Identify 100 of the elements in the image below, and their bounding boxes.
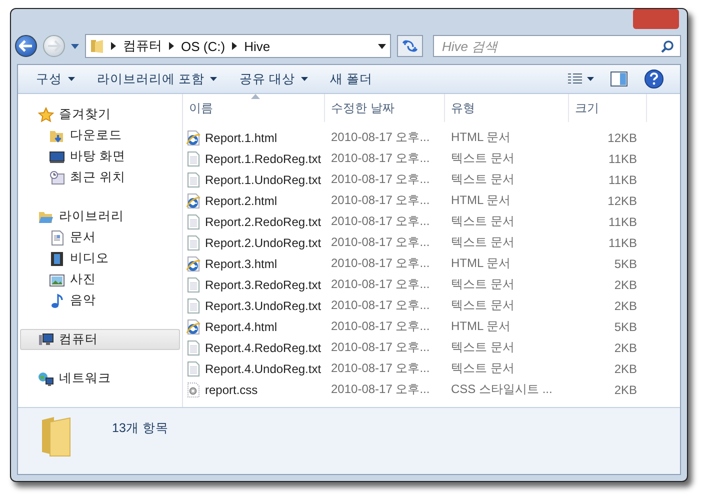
nav-item[interactable]: 즐겨찾기 bbox=[20, 104, 180, 125]
size-cell-text: 11KB bbox=[608, 214, 637, 228]
type-cell-text: HTML 문서 bbox=[450, 255, 512, 272]
network-icon bbox=[38, 370, 54, 386]
desktop-icon bbox=[49, 148, 65, 164]
file-name[interactable]: Report.4.RedoReg.txt bbox=[183, 340, 325, 356]
file-name[interactable]: Report.2.html bbox=[183, 192, 325, 208]
file-name[interactable]: Report.1.html bbox=[183, 130, 325, 146]
file-name[interactable]: Report.1.RedoReg.txt bbox=[183, 150, 325, 166]
picture-icon bbox=[49, 272, 65, 288]
sort-arrow-icon bbox=[251, 94, 260, 99]
caret-icon bbox=[71, 44, 79, 48]
breadcrumb-arrow-icon[interactable] bbox=[169, 42, 174, 50]
recent-places-icon bbox=[49, 170, 65, 186]
file-name[interactable]: Report.2.UndoReg.txt bbox=[183, 234, 325, 250]
size-cell-text: 5KB bbox=[613, 256, 637, 270]
date-cell-text: 2010-08-17 오후... bbox=[330, 297, 431, 314]
details-view-icon bbox=[567, 73, 583, 85]
breadcrumb-arrow-icon[interactable] bbox=[111, 42, 116, 50]
date-cell-text: 2010-08-17 오후... bbox=[330, 192, 431, 209]
address-bar[interactable]: 컴퓨터 OS (C:) Hive bbox=[85, 34, 391, 58]
toolbar-button[interactable]: 새 폴더 bbox=[322, 68, 382, 90]
refresh-icon bbox=[402, 39, 418, 53]
nav-item[interactable]: 음악 bbox=[20, 290, 180, 311]
date-cell-text: 2010-08-17 오후... bbox=[330, 276, 431, 293]
text-file-icon bbox=[185, 340, 201, 356]
nav-item[interactable]: 네트워크 bbox=[20, 368, 180, 389]
file-name[interactable]: Report.3.RedoReg.txt bbox=[183, 276, 325, 292]
type-cell-text: 텍스트 문서 bbox=[450, 171, 516, 188]
file-name[interactable]: Report.4.UndoReg.txt bbox=[183, 360, 325, 376]
browser-file-icon bbox=[185, 318, 201, 334]
search-icon bbox=[661, 40, 674, 53]
nav-item[interactable]: 다운로드 bbox=[20, 125, 180, 146]
caret-icon bbox=[587, 77, 594, 81]
nav-item[interactable]: 비디오 bbox=[20, 248, 180, 269]
type-cell-text: 텍스트 문서 bbox=[450, 297, 516, 314]
nav-item[interactable]: 사진 bbox=[20, 269, 180, 290]
text-file-icon bbox=[185, 360, 201, 376]
file-name[interactable]: Report.4.html bbox=[183, 318, 325, 334]
type-cell-text: HTML 문서 bbox=[450, 192, 512, 209]
text-file-icon bbox=[185, 276, 201, 292]
breadcrumb[interactable]: 컴퓨터 bbox=[123, 37, 162, 55]
file-name[interactable]: Report.3.UndoReg.txt bbox=[183, 298, 325, 314]
type-cell-text: 텍스트 문서 bbox=[450, 339, 516, 356]
browser-file-icon bbox=[185, 256, 201, 272]
type-cell-text: 텍스트 문서 bbox=[450, 213, 516, 230]
toolbar-button[interactable]: 공유 대상 bbox=[231, 68, 318, 90]
document-icon bbox=[49, 230, 65, 246]
help-icon bbox=[644, 69, 664, 89]
nav-item[interactable]: 컴퓨터 bbox=[20, 329, 180, 350]
date-cell-text: 2010-08-17 오후... bbox=[330, 171, 431, 188]
type-cell-text: 텍스트 문서 bbox=[450, 360, 516, 377]
film-icon bbox=[49, 250, 65, 266]
nav-item[interactable]: 최근 위치 bbox=[20, 167, 180, 188]
text-file-icon bbox=[185, 150, 201, 166]
file-name[interactable]: report.css bbox=[183, 382, 325, 398]
item-count: 13개 항목 bbox=[112, 420, 168, 437]
nav-item[interactable]: 바탕 화면 bbox=[20, 146, 180, 167]
history-dropdown[interactable] bbox=[71, 44, 79, 48]
forward-arrow-icon bbox=[47, 40, 61, 52]
size-cell-text: 2KB bbox=[613, 278, 637, 292]
size-cell-text: 12KB bbox=[606, 194, 637, 208]
date-cell-text: 2010-08-17 오후... bbox=[330, 213, 431, 230]
type-cell-text: HTML 문서 bbox=[450, 318, 512, 335]
computer-icon bbox=[38, 332, 54, 348]
type-cell-text: CSS 스타일시트 ... bbox=[450, 381, 554, 398]
size-cell-text: 2KB bbox=[613, 340, 637, 354]
size-cell-text: 2KB bbox=[613, 382, 637, 396]
breadcrumb[interactable]: Hive bbox=[244, 38, 270, 54]
size-cell-text: 5KB bbox=[613, 320, 637, 334]
type-cell-text: 텍스트 문서 bbox=[450, 276, 516, 293]
breadcrumb-arrow-icon[interactable] bbox=[232, 42, 238, 50]
text-file-icon bbox=[185, 214, 201, 230]
date-cell-text: 2010-08-17 오후... bbox=[330, 150, 431, 167]
date-cell-text: 2010-08-17 오후... bbox=[330, 381, 431, 398]
back-button[interactable] bbox=[15, 35, 37, 57]
size-cell-text: 2KB bbox=[613, 298, 637, 312]
pane-icon bbox=[610, 71, 628, 87]
text-file-icon bbox=[185, 234, 201, 250]
file-name[interactable]: Report.2.RedoReg.txt bbox=[183, 214, 325, 230]
refresh-button[interactable] bbox=[397, 35, 423, 57]
toolbar-button[interactable]: 구성 bbox=[28, 68, 85, 90]
browser-file-icon bbox=[185, 130, 201, 146]
size-cell-text: 11KB bbox=[608, 152, 637, 166]
dropdown-icon[interactable] bbox=[378, 44, 386, 48]
breadcrumb[interactable]: OS (C:) bbox=[181, 38, 226, 54]
text-file-icon bbox=[185, 172, 201, 188]
size-cell-text: 11KB bbox=[608, 236, 637, 250]
folder-icon bbox=[90, 38, 104, 54]
size-cell-text: 2KB bbox=[613, 362, 637, 376]
size-cell-text: 11KB bbox=[608, 172, 637, 186]
search-field[interactable]: Hive 검색 bbox=[433, 35, 681, 57]
date-cell-text: 2010-08-17 오후... bbox=[330, 339, 431, 356]
type-cell-text: 텍스트 문서 bbox=[450, 234, 516, 251]
type-cell-text: 텍스트 문서 bbox=[450, 150, 516, 167]
nav-item[interactable]: 문서 bbox=[20, 227, 180, 248]
toolbar-button[interactable]: 라이브러리에 포함 bbox=[89, 68, 228, 90]
file-name[interactable]: Report.1.UndoReg.txt bbox=[183, 172, 325, 188]
nav-item[interactable]: 라이브러리 bbox=[20, 206, 180, 227]
file-name[interactable]: Report.3.html bbox=[183, 256, 325, 272]
